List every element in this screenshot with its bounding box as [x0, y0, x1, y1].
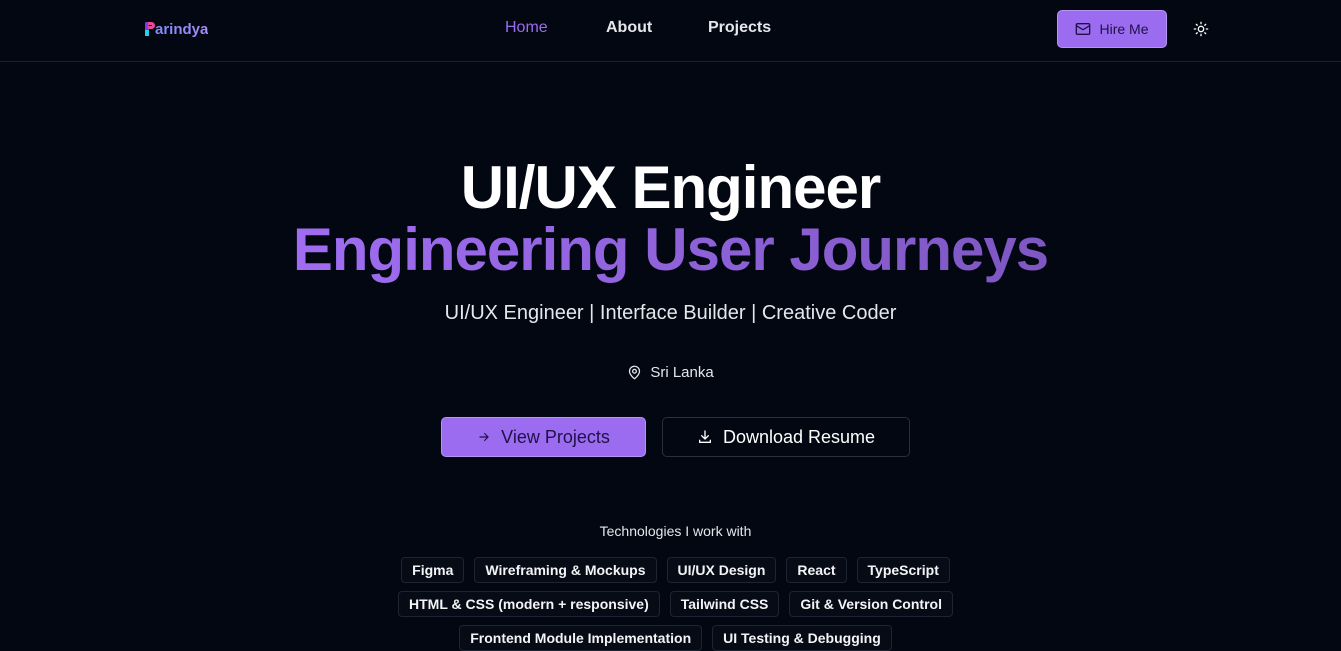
nav-home-link[interactable]: Home — [505, 19, 548, 37]
location: Sri Lanka — [0, 364, 1341, 381]
logo[interactable]: arindya — [145, 19, 208, 39]
map-pin-icon — [629, 365, 641, 380]
hire-me-label: Hire Me — [1099, 21, 1149, 37]
mail-icon — [1076, 23, 1091, 35]
download-resume-label: Download Resume — [722, 426, 876, 447]
arrow-right-icon — [479, 432, 489, 442]
tech-chip: UI Testing & Debugging — [712, 625, 892, 651]
download-icon — [698, 430, 711, 443]
tech-chip: React — [786, 557, 847, 583]
logo-text: arindya — [155, 20, 209, 38]
tech-chip: Figma — [401, 557, 465, 583]
location-text: Sri Lanka — [650, 364, 714, 381]
tech-chip: Wireframing & Mockups — [474, 557, 657, 583]
hero-subtitle-text: Engineering User Journeys — [292, 216, 1049, 283]
view-projects-button[interactable]: View Projects — [441, 417, 646, 457]
nav-projects-link[interactable]: Projects — [708, 19, 771, 37]
tech-row: Figma Wireframing & Mockups UI/UX Design… — [0, 557, 1341, 583]
view-projects-label: View Projects — [501, 426, 610, 447]
tech-chip: HTML & CSS (modern + responsive) — [398, 591, 660, 617]
hire-me-button[interactable]: Hire Me — [1057, 10, 1167, 48]
tech-chip: TypeScript — [856, 557, 950, 583]
tech-row: HTML & CSS (modern + responsive) Tailwin… — [0, 591, 1341, 617]
logo-mark-icon — [145, 21, 155, 37]
theme-toggle-button[interactable] — [1190, 18, 1212, 40]
technologies-heading: Technologies I work with — [599, 523, 752, 539]
site-header: arindya Home About Projects Hire Me — [0, 0, 1341, 62]
download-resume-button[interactable]: Download Resume — [662, 417, 910, 457]
hero-tagline: UI/UX Engineer | Interface Builder | Cre… — [444, 302, 897, 324]
tech-chip: Tailwind CSS — [669, 591, 780, 617]
tech-chip: UI/UX Design — [666, 557, 777, 583]
tech-chip: Frontend Module Implementation — [459, 625, 703, 651]
tech-chip: Git & Version Control — [789, 591, 953, 617]
hero-subtitle: Engineering User Journeys — [0, 214, 1341, 286]
sun-icon — [1193, 21, 1209, 37]
nav-about-link[interactable]: About — [606, 19, 652, 37]
tech-row: Frontend Module Implementation UI Testin… — [0, 625, 1341, 651]
